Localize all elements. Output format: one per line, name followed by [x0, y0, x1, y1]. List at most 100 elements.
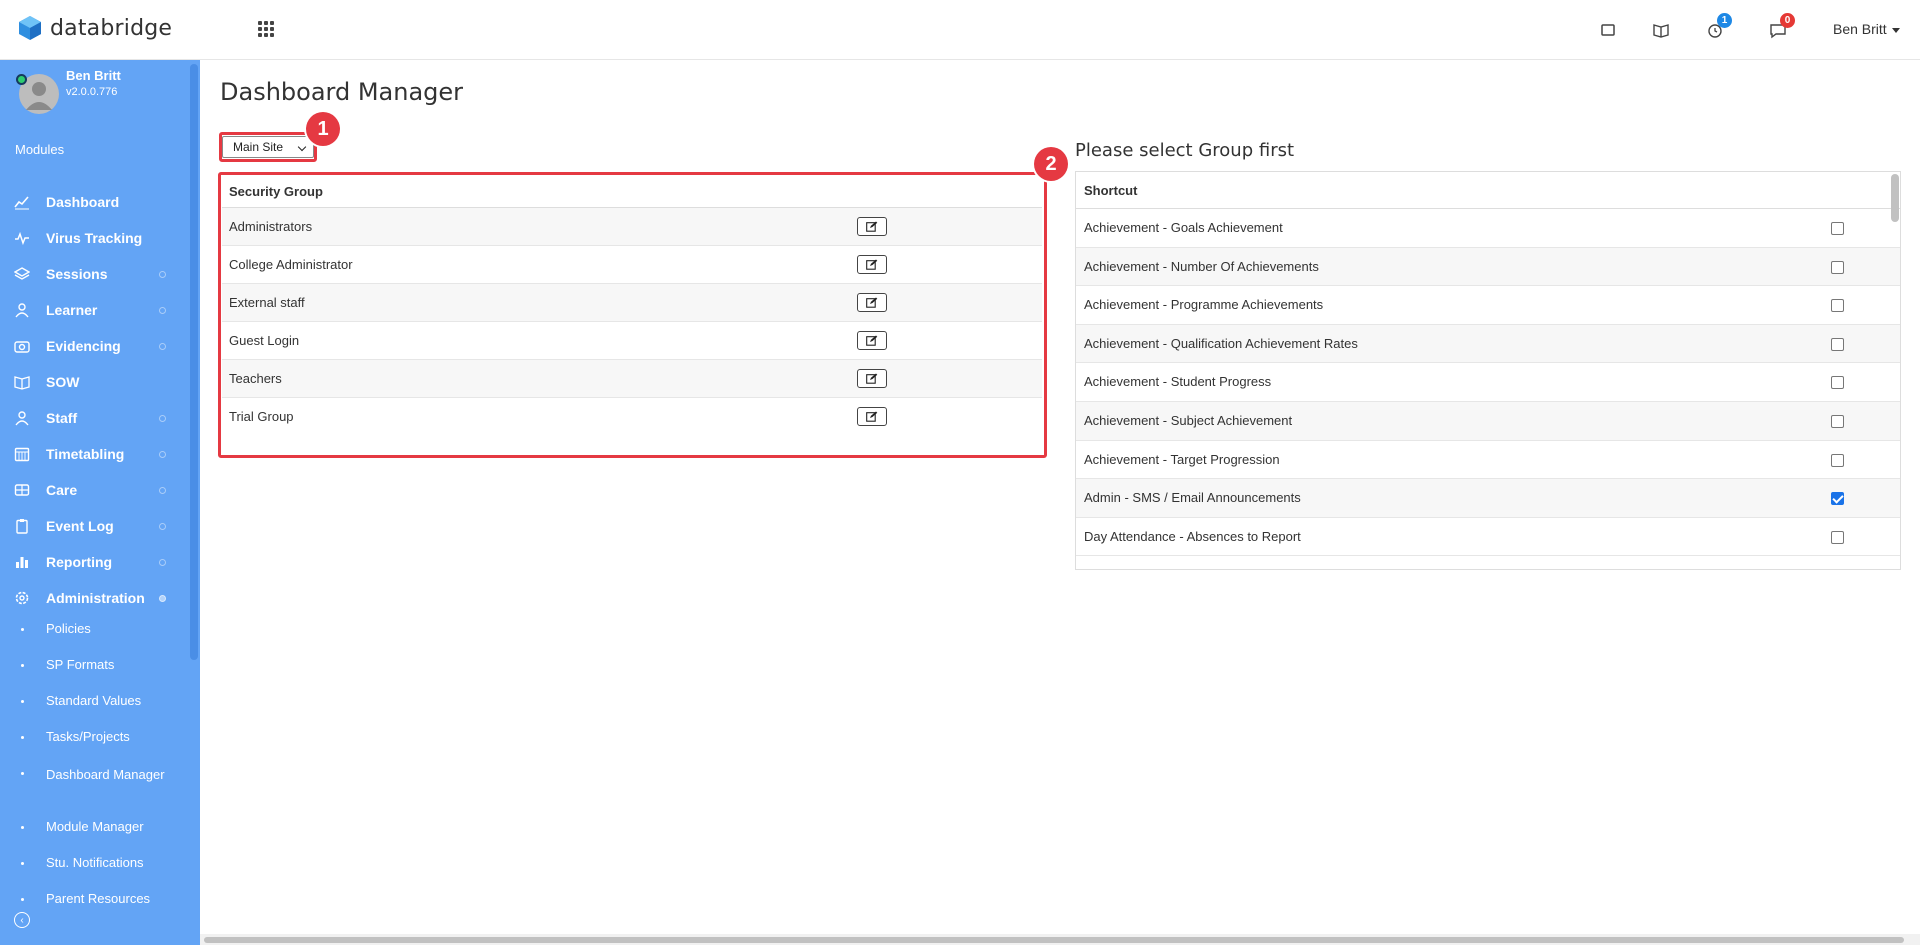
- edit-icon: [866, 373, 878, 384]
- security-group-name: Administrators: [229, 219, 313, 234]
- table-row[interactable]: Teachers: [222, 360, 1042, 398]
- sidebar-item-label: Event Log: [46, 518, 114, 534]
- horizontal-scrollbar[interactable]: [200, 934, 1920, 945]
- edit-icon: [866, 411, 878, 422]
- table-row[interactable]: College Administrator: [222, 246, 1042, 284]
- edit-button[interactable]: [857, 293, 887, 312]
- shortcut-checkbox[interactable]: [1831, 530, 1844, 544]
- shortcut-checkbox[interactable]: [1831, 260, 1844, 274]
- sidebar-item-label: Staff: [46, 410, 78, 426]
- bar-chart-icon: [14, 554, 30, 570]
- shortcut-checkbox[interactable]: [1831, 299, 1844, 313]
- sidebar-item-virus-tracking[interactable]: Virus Tracking: [0, 224, 180, 252]
- expand-indicator-icon: [159, 594, 166, 602]
- shortcut-checkbox[interactable]: [1831, 453, 1844, 467]
- shortcut-checkbox[interactable]: [1831, 222, 1844, 235]
- avatar[interactable]: [14, 74, 64, 116]
- tasks-count-badge: 1: [1717, 13, 1732, 28]
- table-row: Achievement - Student Progress: [1076, 363, 1900, 402]
- modules-heading: Modules: [15, 142, 65, 157]
- shortcut-name: Achievement - Number Of Achievements: [1084, 258, 1319, 274]
- sidebar: Ben Britt v2.0.0.776 Modules Dashboard Vi…: [0, 60, 200, 945]
- sidebar-item-sessions[interactable]: Sessions: [0, 260, 180, 288]
- sidebar-item-timetabling[interactable]: Timetabling: [0, 440, 180, 468]
- sidebar-item-evidencing[interactable]: Evidencing: [0, 332, 180, 360]
- sidebar-item-label: Sessions: [46, 266, 108, 282]
- sidebar-item-administration[interactable]: Administration: [0, 584, 180, 612]
- edit-button[interactable]: [857, 331, 887, 350]
- table-row[interactable]: External staff: [222, 284, 1042, 322]
- book-icon: [14, 374, 30, 390]
- sidebar-item-reporting[interactable]: Reporting: [0, 548, 180, 576]
- shortcut-name: Achievement - Subject Achievement: [1084, 412, 1293, 428]
- sidebar-item-learner[interactable]: Learner: [0, 296, 180, 324]
- table-row[interactable]: Guest Login: [222, 322, 1042, 360]
- security-group-header: Security Group: [222, 176, 1042, 208]
- table-row: Achievement - Number Of Achievements: [1076, 247, 1900, 287]
- horizontal-scrollbar-thumb[interactable]: [204, 937, 1904, 943]
- security-group-name: Guest Login: [229, 333, 300, 348]
- user-menu[interactable]: Ben Britt: [1833, 21, 1900, 37]
- top-bar: databridge 1 0 Ben Britt: [0, 0, 1920, 60]
- shortcut-name: Achievement - Target Progression: [1084, 451, 1280, 467]
- sidebar-item-label: Virus Tracking: [46, 230, 143, 246]
- shortcut-checkbox[interactable]: [1831, 337, 1844, 351]
- marker-1: 1: [306, 112, 340, 146]
- security-group-table: Security Group Administrators College Adm…: [222, 176, 1042, 436]
- shortcut-checkbox[interactable]: [1831, 492, 1844, 506]
- edit-button[interactable]: [857, 217, 887, 236]
- expand-indicator-icon: [159, 486, 166, 494]
- online-status-dot: [16, 74, 27, 85]
- sidebar-item-event-log[interactable]: Event Log: [0, 512, 180, 540]
- bullet-icon: [21, 700, 24, 703]
- user-icon: [14, 410, 30, 426]
- camera-icon: [14, 338, 30, 354]
- shortcut-scrollbar[interactable]: [1891, 174, 1899, 222]
- shortcut-name: Day Attendance - Absences to Report: [1084, 528, 1301, 544]
- sidebar-item-label: Reporting: [46, 554, 113, 570]
- expand-indicator-icon: [159, 414, 166, 422]
- sidebar-subitem-label: Tasks/Projects: [46, 729, 130, 744]
- sidebar-item-dashboard[interactable]: Dashboard: [0, 188, 180, 216]
- table-row: Day Attendance - Absences to Report: [1076, 518, 1900, 557]
- edit-icon: [866, 297, 878, 308]
- apps-grid-icon[interactable]: [258, 21, 274, 37]
- sidebar-item-label: Timetabling: [46, 446, 125, 462]
- shortcut-name: Achievement - Goals Achievement: [1084, 220, 1283, 235]
- shortcut-name: Achievement - Student Progress: [1084, 374, 1272, 390]
- collapse-sidebar-icon[interactable]: ‹: [14, 912, 30, 928]
- brand[interactable]: databridge: [18, 15, 172, 41]
- edit-button[interactable]: [857, 255, 887, 274]
- sidebar-item-care[interactable]: Care: [0, 476, 180, 504]
- shortcut-name: Admin - SMS / Email Announcements: [1084, 490, 1301, 506]
- chart-line-icon: [14, 194, 30, 210]
- sidebar-item-label: Administration: [46, 590, 145, 606]
- shortcut-checkbox[interactable]: [1831, 414, 1844, 428]
- table-row[interactable]: Administrators: [222, 208, 1042, 246]
- shortcut-checkbox[interactable]: [1831, 376, 1844, 390]
- sidebar-item-staff[interactable]: Staff: [0, 404, 180, 432]
- caret-down-icon: [1891, 27, 1900, 33]
- sidebar-item-sow[interactable]: SOW: [0, 368, 180, 396]
- sidebar-subitem-label: Stu. Notifications: [46, 855, 144, 870]
- edit-button[interactable]: [857, 407, 887, 426]
- sidebar-scrollbar[interactable]: [190, 64, 198, 660]
- window-icon[interactable]: [1597, 19, 1619, 41]
- table-row[interactable]: Trial Group: [222, 398, 1042, 436]
- app-version: v2.0.0.776: [66, 86, 118, 98]
- profile: [14, 74, 64, 116]
- expand-indicator-icon: [159, 522, 166, 530]
- chat-icon[interactable]: 0: [1767, 13, 1795, 41]
- security-group-name: Trial Group: [229, 409, 294, 424]
- shortcut-table: Shortcut Achievement - Goals Achievement…: [1075, 171, 1901, 570]
- security-group-name: College Administrator: [229, 257, 353, 272]
- expand-indicator-icon: [159, 450, 166, 458]
- sidebar-item-label: Dashboard: [46, 194, 120, 210]
- user-icon: [14, 302, 30, 318]
- edit-button[interactable]: [857, 369, 887, 388]
- edit-icon: [866, 259, 878, 270]
- user-menu-name: Ben Britt: [1833, 21, 1887, 37]
- alarm-clock-icon[interactable]: 1: [1704, 13, 1732, 41]
- calendar-icon: [14, 446, 30, 462]
- book-open-icon[interactable]: [1650, 19, 1672, 41]
